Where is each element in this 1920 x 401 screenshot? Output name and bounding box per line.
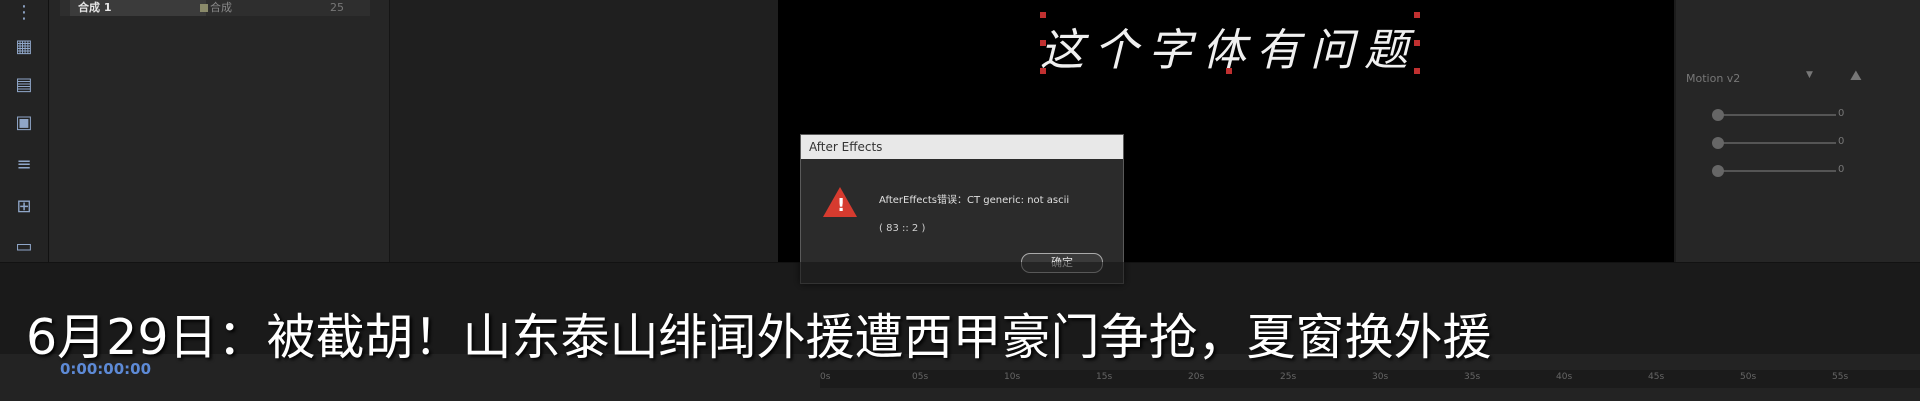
slider-track[interactable]: [1716, 170, 1836, 172]
dialog-title: After Effects: [809, 140, 883, 154]
monitor-icon[interactable]: ▭: [10, 236, 38, 257]
project-item-type: 合成: [210, 1, 232, 14]
news-subtitle: 6月29日：被截胡！山东泰山绯闻外援遭西甲豪门争抢，夏窗换外援: [26, 309, 1492, 366]
project-item-count: 25: [330, 1, 344, 14]
slider-value: 0: [1838, 108, 1845, 119]
label-color-swatch: [200, 4, 208, 12]
ruler-tick: 0s: [820, 372, 831, 382]
slider-value: 0: [1838, 136, 1845, 147]
ruler-tick: 55s: [1832, 372, 1849, 382]
ruler-tick: 10s: [1004, 372, 1021, 382]
effects-panel: [390, 0, 779, 262]
ruler-tick: 15s: [1096, 372, 1113, 382]
ruler-tick: 40s: [1556, 372, 1573, 382]
slider-track[interactable]: [1716, 114, 1836, 116]
ruler-tick: 05s: [912, 372, 929, 382]
project-panel: [49, 0, 390, 262]
project-item-row[interactable]: 合成 1 合成 25: [60, 0, 370, 16]
move-tool-icon[interactable]: ⋮: [10, 2, 38, 23]
ruler-tick: 45s: [1648, 372, 1665, 382]
transform-handle[interactable]: [1040, 12, 1046, 18]
dialog-error-code: ( 83 :: 2 ): [879, 223, 926, 234]
chevron-down-icon[interactable]: ▼: [1806, 70, 1813, 80]
transform-handle[interactable]: [1414, 68, 1420, 74]
transform-handle[interactable]: [1040, 40, 1046, 46]
folder-alt-icon[interactable]: ▣: [10, 112, 38, 133]
ruler-tick: 30s: [1372, 372, 1389, 382]
align-icon[interactable]: ≡: [10, 154, 38, 175]
layout-icon[interactable]: ⊞: [10, 196, 38, 217]
ruler-tick: 35s: [1464, 372, 1481, 382]
slider-track[interactable]: [1716, 142, 1836, 144]
dialog-message: AfterEffects错误：CT generic: not ascii: [879, 195, 1070, 206]
slider-value: 0: [1838, 164, 1845, 175]
grid-tool-icon[interactable]: ▦: [10, 36, 38, 57]
transform-handle[interactable]: [1226, 68, 1232, 74]
dialog-title-bar: After Effects: [801, 135, 1123, 159]
slider-knob[interactable]: [1712, 165, 1724, 177]
mountain-icon: ⛰: [1850, 68, 1862, 84]
transform-handle[interactable]: [1040, 68, 1046, 74]
warning-mark: !: [837, 195, 846, 216]
preset-dropdown[interactable]: Motion v2: [1686, 72, 1740, 85]
time-ruler[interactable]: 0s 05s 10s 15s 20s 25s 30s 35s 40s 45s 5…: [820, 370, 1920, 388]
ruler-tick: 20s: [1188, 372, 1205, 382]
slider-knob[interactable]: [1712, 109, 1724, 121]
transform-handle[interactable]: [1414, 12, 1420, 18]
folder-icon[interactable]: ▤: [10, 74, 38, 95]
right-panel: [1676, 0, 1920, 262]
ruler-tick: 50s: [1740, 372, 1757, 382]
project-item-name[interactable]: 合成 1: [70, 0, 206, 16]
slider-knob[interactable]: [1712, 137, 1724, 149]
transform-handle[interactable]: [1414, 40, 1420, 46]
ruler-tick: 25s: [1280, 372, 1297, 382]
